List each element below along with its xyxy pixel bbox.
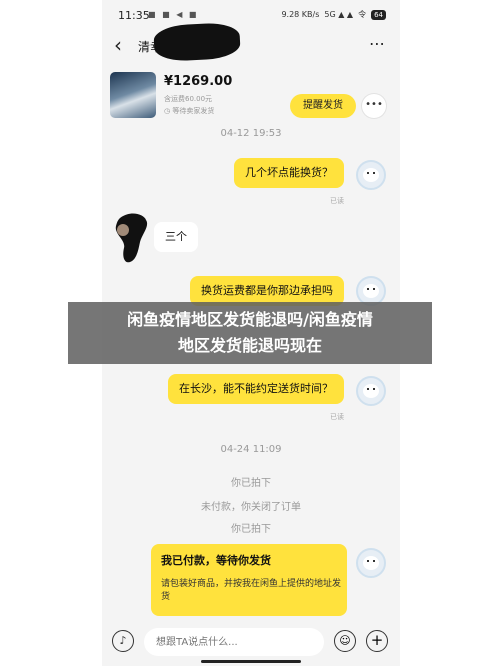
overlay-line-1: 闲鱼疫情地区发货能退吗/闲鱼疫情 (127, 310, 373, 329)
status-bar: 11:35 ■ ■ ◀ ■ 9.28 KB/s 5G ▲ ▲ 令 64 (102, 0, 400, 32)
product-more-button[interactable]: ••• (362, 94, 386, 118)
home-indicator[interactable] (201, 660, 301, 663)
more-options-icon[interactable]: ⋯ (369, 34, 386, 53)
status-time: 11:35 (118, 9, 150, 22)
system-message: 未付款，你关闭了订单 (201, 502, 301, 513)
remind-shipping-button[interactable]: 提醒发货 (290, 94, 356, 118)
chat-header: ‹ 清幸 ⋯ (102, 21, 400, 63)
microphone-icon[interactable]: ♪ (112, 630, 134, 652)
message-bubble-sent[interactable]: 几个坏点能换货？ (234, 158, 344, 188)
message-input[interactable] (144, 628, 324, 656)
wifi-icon: 令 (358, 10, 367, 19)
title-overlay-banner: 闲鱼疫情地区发货能退吗/闲鱼疫情 地区发货能退吗现在 (68, 302, 432, 364)
redaction-scribble (153, 21, 241, 63)
plus-icon[interactable]: + (366, 630, 388, 652)
network-speed: 9.28 KB/s (281, 10, 320, 19)
contact-avatar[interactable] (114, 212, 150, 264)
my-avatar[interactable] (356, 376, 386, 406)
status-indicators: 9.28 KB/s 5G ▲ ▲ 令 64 (281, 9, 386, 20)
payment-notice-card[interactable]: 我已付款，等待你发货 请包装好商品，并按我在闲鱼上提供的地址发货 (151, 544, 347, 616)
timestamp: 04-24 11:09 (220, 444, 282, 455)
my-avatar[interactable] (356, 548, 386, 578)
card-title: 我已付款，等待你发货 (161, 554, 271, 567)
system-message: 你已拍下 (231, 524, 271, 535)
emoji-icon[interactable]: ☺ (334, 630, 356, 652)
message-bubble-sent[interactable]: 在长沙，能不能约定送货时间？ (168, 374, 344, 404)
signal-icon: 5G ▲ ▲ (324, 10, 354, 19)
system-message: 你已拍下 (231, 478, 271, 489)
back-arrow-icon[interactable]: ‹ (114, 34, 122, 56)
card-body: 请包装好商品，并按我在闲鱼上提供的地址发货 (161, 579, 342, 602)
product-thumbnail[interactable] (110, 72, 156, 118)
status-app-icons: ■ ■ ◀ ■ (148, 10, 199, 19)
timestamp: 04-12 19:53 (220, 128, 282, 139)
order-status: ◷ 等待卖家发货 (164, 107, 215, 115)
my-avatar[interactable] (356, 160, 386, 190)
product-card[interactable]: ¥1269.00 含运费60.00元 ◷ 等待卖家发货 提醒发货 ••• (102, 64, 400, 124)
read-receipt: 已读 (330, 197, 344, 205)
overlay-line-2: 地区发货能退吗现在 (177, 336, 322, 355)
battery-icon: 64 (371, 9, 386, 20)
message-bubble-received[interactable]: 三个 (154, 222, 198, 252)
shipping-fee: 含运费60.00元 (164, 95, 213, 103)
product-price: ¥1269.00 (164, 74, 233, 89)
read-receipt: 已读 (330, 413, 344, 421)
